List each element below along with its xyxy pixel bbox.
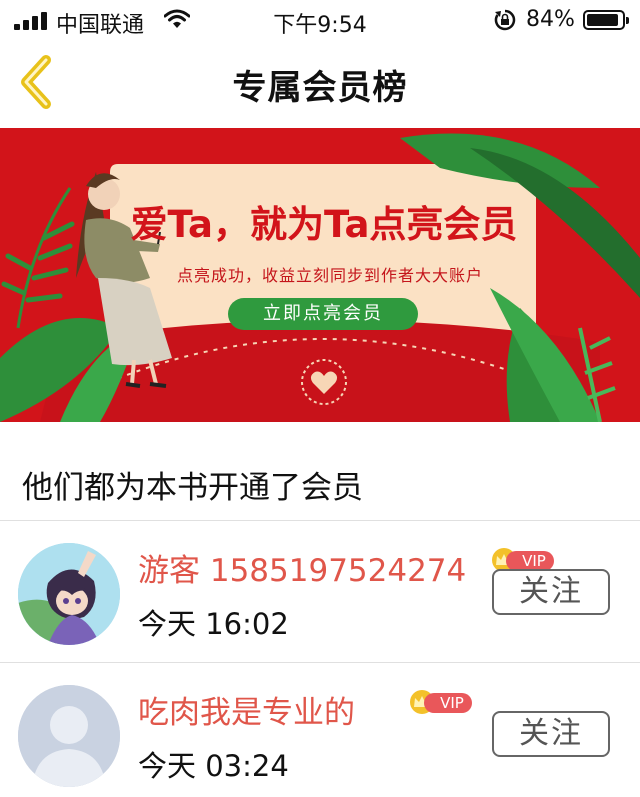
banner-subline: 点亮成功，收益立刻同步到作者大大账户 xyxy=(176,266,483,285)
avatar[interactable] xyxy=(18,685,120,787)
light-up-membership-button[interactable]: 立即点亮会员 xyxy=(228,298,418,330)
member-name[interactable]: 游客 1585197524274 xyxy=(138,545,466,590)
promo-banner[interactable]: 爱Ta，就为Ta点亮会员 点亮成功，收益立刻同步到作者大大账户 立即点亮会员 xyxy=(0,128,640,422)
page-title: 专属会员榜 xyxy=(232,68,408,108)
member-name[interactable]: 吃肉我是专业的 xyxy=(138,687,355,732)
battery-percent: 84% xyxy=(526,7,575,32)
section-heading: 他们都为本书开通了会员 xyxy=(22,470,363,506)
member-time: 今天 03:24 xyxy=(138,749,289,783)
vip-label: VIP xyxy=(424,693,472,713)
follow-button[interactable]: 关注 xyxy=(492,711,610,757)
nav-bar: 专属会员榜 xyxy=(0,42,640,128)
battery-icon xyxy=(583,10,629,30)
member-row[interactable]: 游客 1585197524274 VIP 今天 16:02 关注 xyxy=(0,521,640,661)
rotation-lock-icon xyxy=(494,9,516,31)
avatar[interactable] xyxy=(18,543,120,645)
banner-headline: 爱Ta，就为Ta点亮会员 xyxy=(130,203,518,246)
follow-button[interactable]: 关注 xyxy=(492,569,610,615)
member-row[interactable]: 吃肉我是专业的 VIP 今天 03:24 关注 xyxy=(0,663,640,797)
status-bar: 中国联通 下午9:54 84% xyxy=(0,0,640,42)
member-time: 今天 16:02 xyxy=(138,607,289,641)
vip-label: VIP xyxy=(506,551,554,571)
default-person-icon xyxy=(18,685,120,787)
anime-avatar-image xyxy=(18,543,120,645)
